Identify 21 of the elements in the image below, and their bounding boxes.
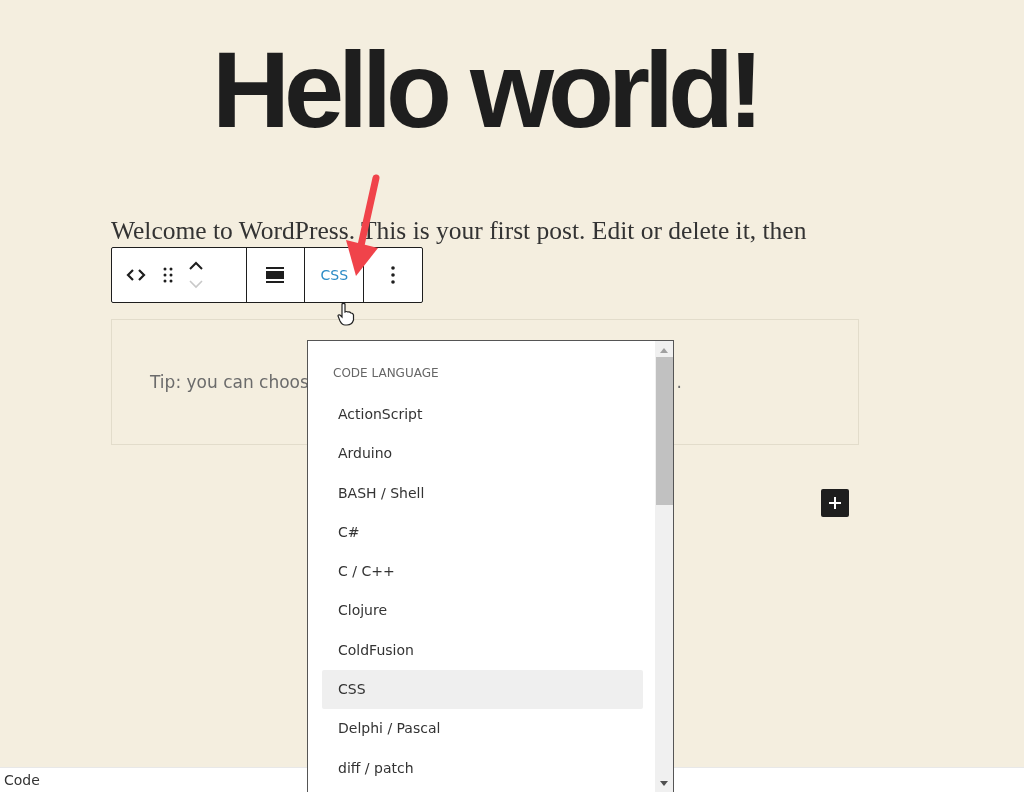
language-option[interactable]: diff / patch — [322, 748, 643, 788]
language-option[interactable]: BASH / Shell — [322, 473, 643, 513]
language-option[interactable]: C# — [322, 512, 643, 553]
post-title: Hello world! — [211, 30, 759, 150]
language-option[interactable]: ActionScript — [322, 395, 643, 435]
add-block-icon[interactable] — [821, 489, 849, 517]
menu-heading: CODE LANGUAGE — [332, 365, 440, 382]
scrollbar[interactable] — [655, 341, 673, 792]
move-up-icon[interactable] — [188, 261, 204, 271]
language-option[interactable]: CSS — [322, 670, 643, 710]
language-option[interactable]: C / C++ — [322, 552, 643, 592]
tip-text-end: . — [676, 372, 682, 392]
scroll-down-icon[interactable] — [659, 781, 669, 787]
language-option[interactable]: ColdFusion — [322, 630, 643, 671]
language-option[interactable]: Clojure — [322, 591, 643, 631]
language-option[interactable]: Arduino — [322, 434, 643, 474]
status-text: Code — [4, 772, 40, 788]
language-button[interactable]: CSS — [312, 267, 357, 283]
language-option[interactable]: Delphi / Pascal — [322, 709, 643, 749]
tip-text: Tip: you can choos — [150, 372, 309, 392]
scrollbar-thumb[interactable] — [655, 357, 673, 505]
